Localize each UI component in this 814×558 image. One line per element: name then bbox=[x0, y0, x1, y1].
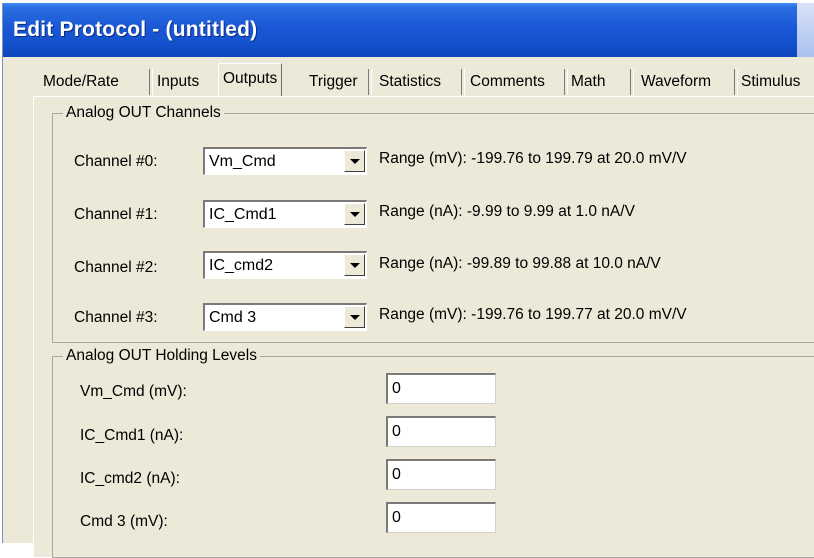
analog-out-channels-group: Analog OUT Channels Channel #0: Vm_Cmd R… bbox=[52, 103, 814, 343]
analog-out-holding-levels-group: Analog OUT Holding Levels Vm_Cmd (mV): 0… bbox=[52, 346, 814, 558]
holding-cmd3-label: Cmd 3 (mV): bbox=[80, 513, 168, 530]
channel-2-range: Range (nA): -99.89 to 99.88 at 10.0 nA/V bbox=[379, 255, 661, 272]
outputs-tab-panel: Analog OUT Channels Channel #0: Vm_Cmd R… bbox=[33, 96, 814, 558]
group-label: Analog OUT Holding Levels bbox=[63, 346, 260, 366]
channel-1-label: Channel #1: bbox=[74, 206, 158, 223]
chevron-down-icon[interactable] bbox=[344, 203, 365, 225]
channel-3-label: Channel #3: bbox=[74, 309, 158, 326]
channel-2-select[interactable]: IC_cmd2 bbox=[203, 251, 367, 279]
tab-trigger[interactable]: Trigger bbox=[309, 69, 358, 95]
tab-statistics[interactable]: Statistics bbox=[379, 69, 441, 95]
channel-0-select[interactable]: Vm_Cmd bbox=[203, 147, 367, 175]
channel-1-range: Range (nA): -9.99 to 9.99 at 1.0 nA/V bbox=[379, 203, 635, 220]
tab-strip: Mode/Rate Inputs Outputs Trigger Statist… bbox=[3, 57, 814, 97]
holding-ic-cmd2-value: 0 bbox=[392, 466, 401, 483]
holding-vm-cmd-input[interactable]: 0 bbox=[386, 373, 496, 404]
holding-cmd3-input[interactable]: 0 bbox=[386, 502, 496, 533]
window-title: Edit Protocol - (untitled) bbox=[13, 18, 258, 41]
channel-0-label: Channel #0: bbox=[74, 153, 158, 170]
tab-comments[interactable]: Comments bbox=[470, 69, 545, 95]
channel-3-value: Cmd 3 bbox=[209, 309, 257, 326]
channel-1-value: IC_Cmd1 bbox=[209, 206, 277, 223]
holding-cmd3-value: 0 bbox=[392, 509, 401, 526]
tab-separator bbox=[149, 69, 153, 95]
tab-separator bbox=[630, 69, 634, 95]
channel-0-value: Vm_Cmd bbox=[209, 153, 276, 170]
channel-3-select[interactable]: Cmd 3 bbox=[203, 303, 367, 331]
chevron-down-icon[interactable] bbox=[344, 306, 365, 328]
title-bar[interactable]: Edit Protocol - (untitled) bbox=[3, 3, 814, 57]
channel-2-value: IC_cmd2 bbox=[209, 257, 274, 274]
tab-mode-rate[interactable]: Mode/Rate bbox=[43, 69, 119, 95]
holding-ic-cmd2-label: IC_cmd2 (nA): bbox=[80, 470, 180, 487]
tab-separator bbox=[368, 69, 372, 95]
holding-ic-cmd1-input[interactable]: 0 bbox=[386, 416, 496, 447]
tab-waveform[interactable]: Waveform bbox=[641, 69, 711, 95]
tab-outputs[interactable]: Outputs bbox=[218, 63, 283, 96]
tab-separator bbox=[564, 69, 568, 95]
tab-inputs[interactable]: Inputs bbox=[157, 69, 199, 95]
channel-2-label: Channel #2: bbox=[74, 259, 158, 276]
channel-0-range: Range (mV): -199.76 to 199.79 at 20.0 mV… bbox=[379, 150, 687, 167]
holding-vm-cmd-value: 0 bbox=[392, 380, 401, 397]
holding-ic-cmd1-label: IC_Cmd1 (nA): bbox=[80, 427, 184, 444]
tab-separator bbox=[461, 69, 465, 95]
holding-ic-cmd1-value: 0 bbox=[392, 423, 401, 440]
title-bar-edge bbox=[797, 3, 814, 57]
tab-separator bbox=[734, 69, 738, 95]
chevron-down-icon[interactable] bbox=[344, 150, 365, 172]
tab-stimulus[interactable]: Stimulus bbox=[741, 69, 800, 95]
channel-3-range: Range (mV): -199.76 to 199.77 at 20.0 mV… bbox=[379, 306, 687, 323]
edit-protocol-dialog: Edit Protocol - (untitled) Mode/Rate Inp… bbox=[2, 3, 814, 558]
group-label: Analog OUT Channels bbox=[63, 103, 224, 123]
holding-ic-cmd2-input[interactable]: 0 bbox=[386, 459, 496, 490]
channel-1-select[interactable]: IC_Cmd1 bbox=[203, 200, 367, 228]
holding-vm-cmd-label: Vm_Cmd (mV): bbox=[80, 383, 187, 400]
chevron-down-icon[interactable] bbox=[344, 254, 365, 276]
tab-math[interactable]: Math bbox=[571, 69, 605, 95]
